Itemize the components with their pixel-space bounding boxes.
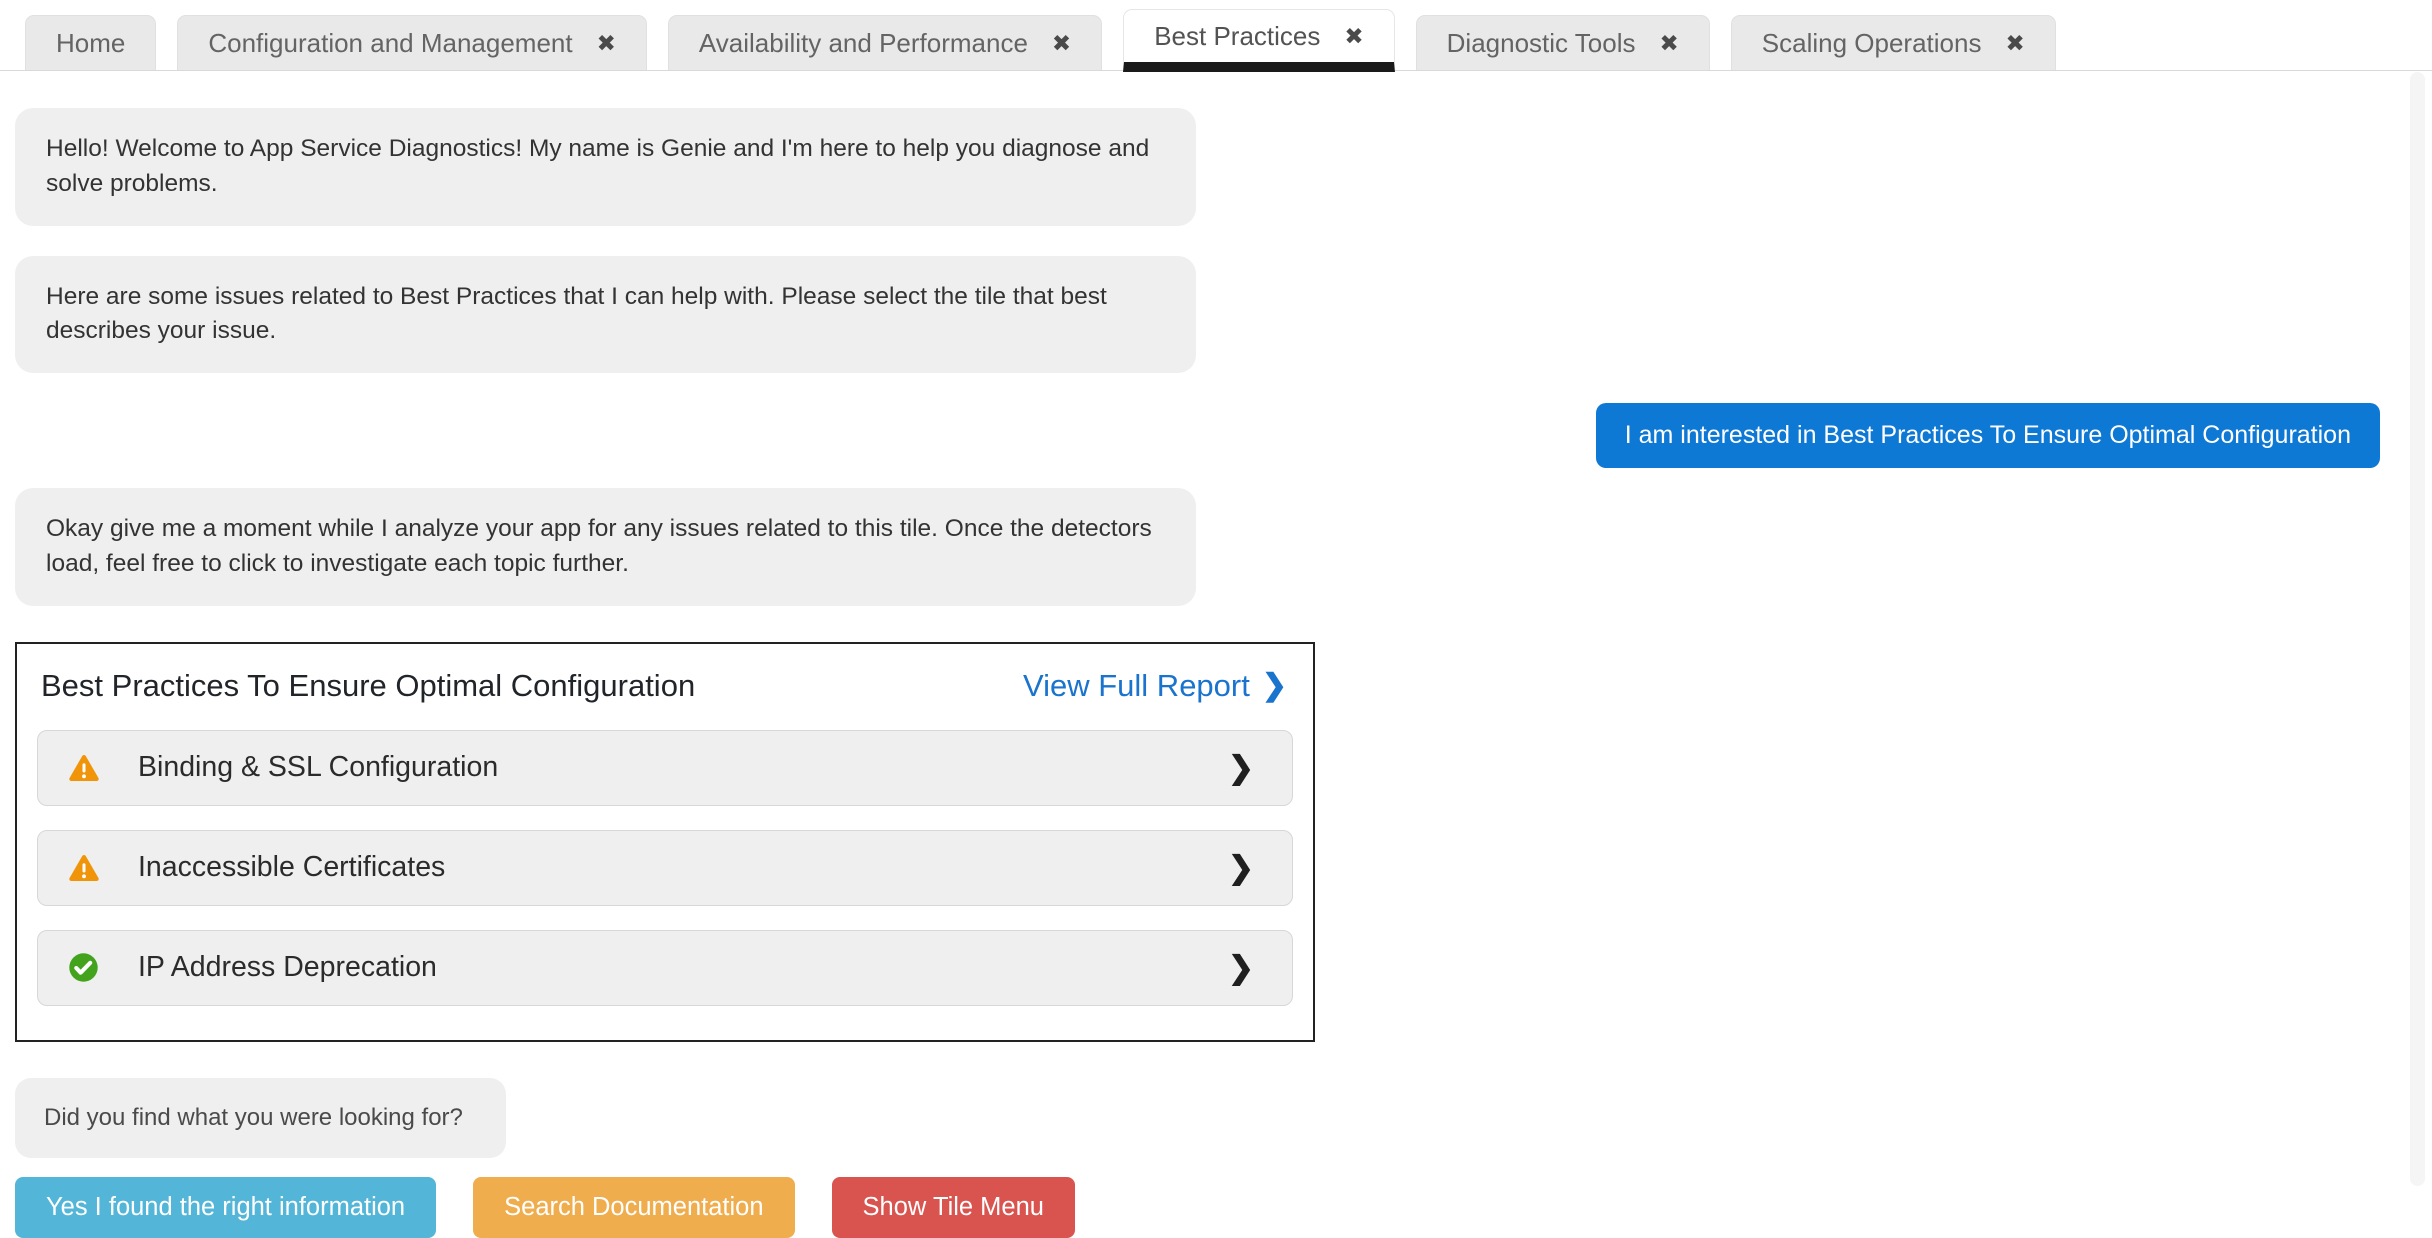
detector-label: Inaccessible Certificates <box>138 851 1228 884</box>
tab-label: Diagnostic Tools <box>1447 28 1636 59</box>
user-message-row: I am interested in Best Practices To Ens… <box>15 403 2380 468</box>
tab-label: Scaling Operations <box>1762 28 1982 59</box>
close-icon[interactable]: ✖ <box>2005 32 2024 55</box>
view-full-report-label: View Full Report <box>1023 668 1250 704</box>
warning-triangle-icon <box>68 752 100 784</box>
detector-label: IP Address Deprecation <box>138 951 1228 984</box>
chat-area: Hello! Welcome to App Service Diagnostic… <box>0 71 2432 1238</box>
close-icon[interactable]: ✖ <box>1344 25 1363 48</box>
detector-label: Binding & SSL Configuration <box>138 751 1228 784</box>
chevron-right-icon: ❯ <box>1228 750 1254 786</box>
bot-message-welcome: Hello! Welcome to App Service Diagnostic… <box>15 108 1196 226</box>
bot-message-issues-prompt: Here are some issues related to Best Pra… <box>15 256 1196 374</box>
tab-bar: Home Configuration and Management ✖ Avai… <box>0 0 2432 71</box>
tab-scaling-operations[interactable]: Scaling Operations ✖ <box>1731 15 2056 70</box>
view-full-report-link[interactable]: View Full Report ❯ <box>1023 668 1287 704</box>
detector-results-card: Best Practices To Ensure Optimal Configu… <box>15 642 1315 1042</box>
bot-message-followup: Did you find what you were looking for? <box>15 1078 506 1158</box>
chevron-right-icon: ❯ <box>1228 950 1254 986</box>
chevron-right-icon: ❯ <box>1262 668 1287 703</box>
tab-label: Availability and Performance <box>699 28 1028 59</box>
check-circle-icon <box>68 952 100 984</box>
tab-label: Configuration and Management <box>208 28 572 59</box>
tab-availability-and-performance[interactable]: Availability and Performance ✖ <box>668 15 1102 70</box>
tab-best-practices[interactable]: Best Practices ✖ <box>1123 9 1394 72</box>
tab-label: Best Practices <box>1154 21 1320 52</box>
bot-message-analyzing: Okay give me a moment while I analyze yo… <box>15 488 1196 606</box>
detector-card-header: Best Practices To Ensure Optimal Configu… <box>37 668 1293 704</box>
close-icon[interactable]: ✖ <box>1052 32 1071 55</box>
tab-label: Home <box>56 28 125 59</box>
chevron-right-icon: ❯ <box>1228 850 1254 886</box>
detector-row-inaccessible-certificates[interactable]: Inaccessible Certificates ❯ <box>37 830 1293 906</box>
close-icon[interactable]: ✖ <box>1660 32 1679 55</box>
detector-row-binding-ssl[interactable]: Binding & SSL Configuration ❯ <box>37 730 1293 806</box>
warning-triangle-icon <box>68 852 100 884</box>
tab-configuration-and-management[interactable]: Configuration and Management ✖ <box>177 15 647 70</box>
user-message-bubble[interactable]: I am interested in Best Practices To Ens… <box>1596 403 2380 468</box>
close-icon[interactable]: ✖ <box>597 32 616 55</box>
detector-card-title: Best Practices To Ensure Optimal Configu… <box>41 668 695 704</box>
detector-row-ip-address-deprecation[interactable]: IP Address Deprecation ❯ <box>37 930 1293 1006</box>
tab-diagnostic-tools[interactable]: Diagnostic Tools ✖ <box>1416 15 1710 70</box>
tab-home[interactable]: Home <box>25 15 156 70</box>
vertical-scrollbar[interactable] <box>2410 72 2425 1186</box>
